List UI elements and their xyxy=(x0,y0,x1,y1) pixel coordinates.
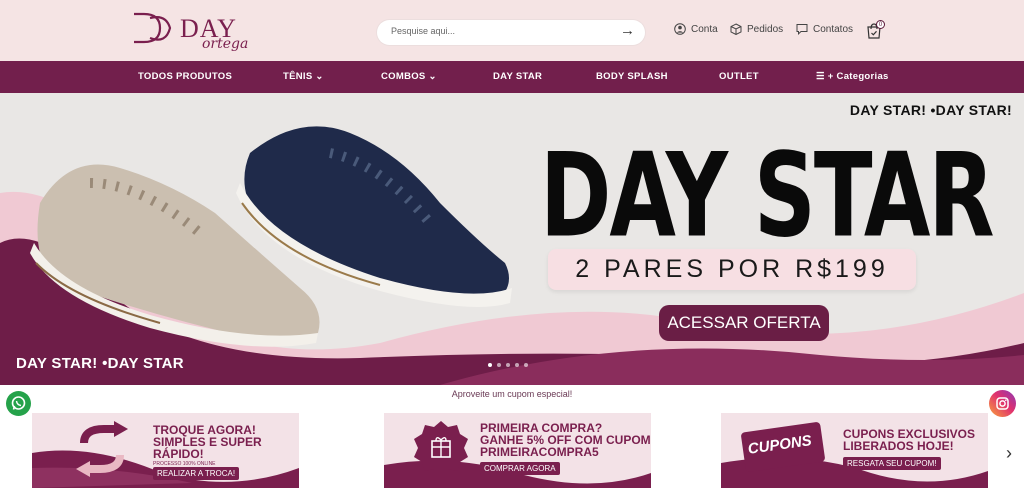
nav-item-combos[interactable]: COMBOS ⌄ xyxy=(381,71,437,82)
redeem-coupon-button[interactable]: RESGATA SEU CUPOM! xyxy=(843,457,941,470)
nav-item-all-products[interactable]: TODOS PRODUTOS xyxy=(138,71,232,82)
instagram-icon xyxy=(996,397,1009,410)
card-1-line-3: RÁPIDO! xyxy=(153,447,204,461)
hero-cta-button[interactable]: ACESSAR OFERTA xyxy=(659,305,829,341)
account-link[interactable]: Conta xyxy=(674,23,718,35)
cart-count-badge: 0 xyxy=(876,20,885,29)
card-3-line-2: LIBERADOS HOJE! xyxy=(843,439,954,453)
page: DAY ortega Pesquise aqui... → Conta Pedi… xyxy=(0,0,1024,488)
carousel-dot[interactable] xyxy=(497,363,501,367)
coupons-heading: Aproveite um cupom especial! xyxy=(451,389,573,399)
carousel-next-icon[interactable]: › xyxy=(1006,443,1012,464)
search-arrow-icon[interactable]: → xyxy=(620,22,635,39)
exchange-button[interactable]: REALIZAR A TROCA! xyxy=(153,467,240,480)
buy-now-button[interactable]: COMPRAR AGORA xyxy=(480,462,560,475)
nav-item-day-star[interactable]: DAY STAR xyxy=(493,71,542,82)
hero-offer-pill: 2 PARES POR R$199 xyxy=(548,249,916,290)
logo-subtitle: ortega xyxy=(202,36,249,52)
whatsapp-button[interactable] xyxy=(6,391,31,416)
account-label: Conta xyxy=(691,23,718,35)
hero-top-text: DAY STAR! •DAY STAR! xyxy=(849,102,1012,118)
card-2-code: PRIMEIRACOMPRA5 xyxy=(480,445,599,459)
whatsapp-icon xyxy=(11,396,26,410)
orders-label: Pedidos xyxy=(747,23,784,35)
nav-item-categories[interactable]: ☰ + Categorias xyxy=(816,71,889,82)
carousel-dot[interactable] xyxy=(488,363,492,367)
contacts-link[interactable]: Contatos xyxy=(796,23,853,35)
logo-mark-icon xyxy=(134,12,172,44)
coupon-card-exclusive[interactable]: CUPONS CUPONS EXCLUSIVOS LIBERADOS HOJE!… xyxy=(721,413,988,488)
box-icon xyxy=(730,23,742,35)
hero-bottom-text: DAY STAR! •DAY STAR xyxy=(16,355,184,372)
nav-item-outlet[interactable]: OUTLET xyxy=(719,71,759,82)
cart-button[interactable]: 0 xyxy=(866,20,885,45)
orders-link[interactable]: Pedidos xyxy=(730,23,783,35)
main-nav: TODOS PRODUTOS TÊNIS ⌄ COMBOS ⌄ DAY STAR… xyxy=(0,61,1024,93)
carousel-dot[interactable] xyxy=(515,363,519,367)
search-bar[interactable]: Pesquise aqui... → xyxy=(377,20,645,45)
carousel-dot[interactable] xyxy=(506,363,510,367)
user-icon xyxy=(674,23,686,35)
contacts-label: Contatos xyxy=(813,23,854,35)
coupon-card-first-purchase[interactable]: PRIMEIRA COMPRA? GANHE 5% OFF COM CUPOM … xyxy=(384,413,651,488)
hero-title: DAY STAR xyxy=(540,129,995,264)
exchange-arrows-icon xyxy=(76,421,128,477)
gift-seal-icon xyxy=(414,421,468,475)
search-input[interactable]: Pesquise aqui... xyxy=(391,26,455,36)
nav-item-body-splash[interactable]: BODY SPLASH xyxy=(596,71,668,82)
cupons-badge-text: CUPONS xyxy=(746,432,813,458)
coupon-card-exchange[interactable]: TROQUE AGORA! SIMPLES E SUPER RÁPIDO! PR… xyxy=(32,413,299,488)
carousel-dots xyxy=(488,363,528,367)
chat-icon xyxy=(796,24,808,35)
carousel-dot[interactable] xyxy=(524,363,528,367)
hero-banner[interactable]: DAY STAR! •DAY STAR! DAY STAR 2 PARES PO… xyxy=(0,93,1024,385)
instagram-button[interactable] xyxy=(989,390,1016,417)
logo[interactable]: DAY ortega xyxy=(130,8,250,54)
site-header: DAY ortega Pesquise aqui... → Conta Pedi… xyxy=(0,0,1024,61)
nav-item-tenis[interactable]: TÊNIS ⌄ xyxy=(283,71,324,82)
